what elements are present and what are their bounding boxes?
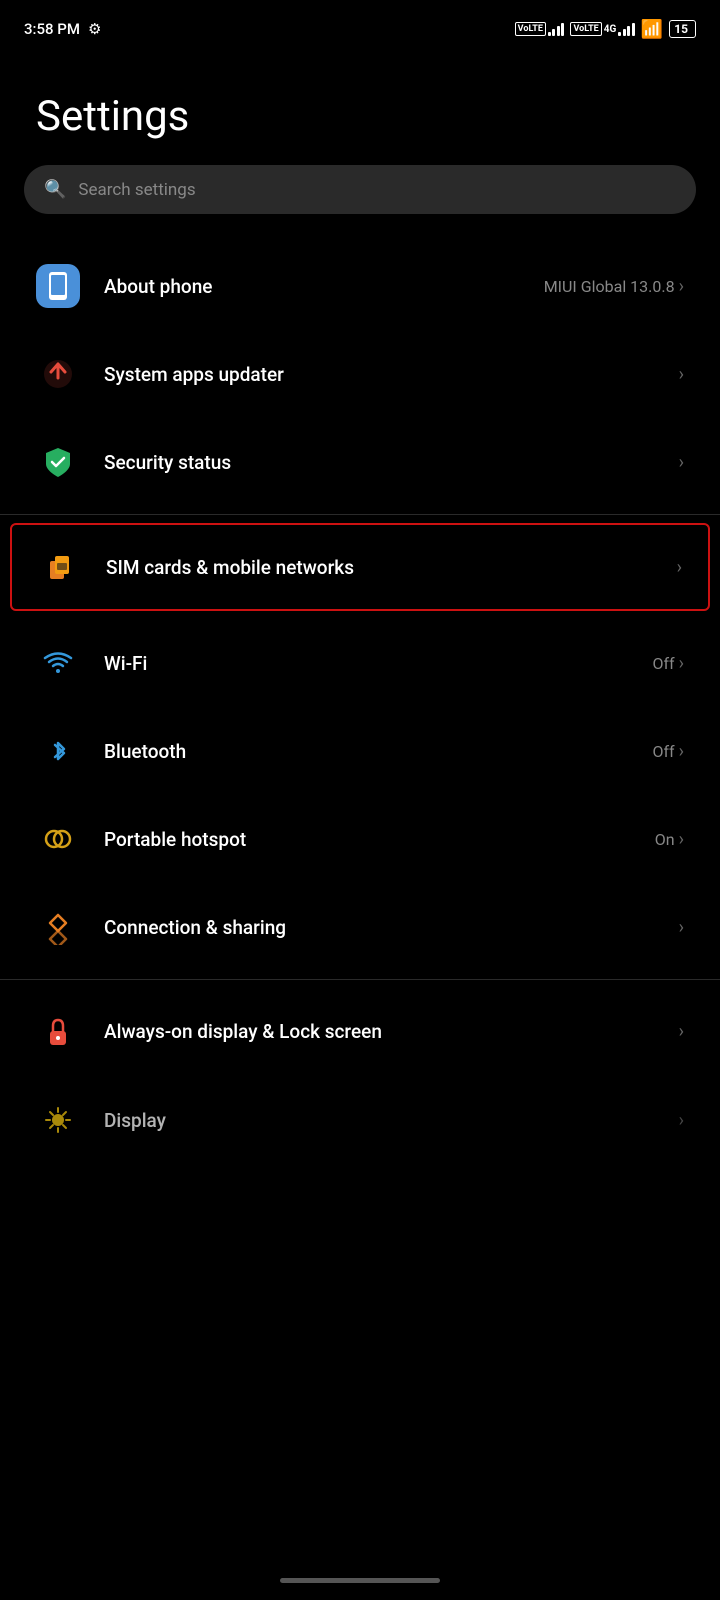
settings-item-always-on-display[interactable]: Always-on display & Lock screen ›	[0, 988, 720, 1076]
wifi-chevron: ›	[679, 653, 684, 674]
hotspot-chevron: ›	[679, 829, 684, 850]
settings-item-security-status[interactable]: Security status ›	[0, 418, 720, 506]
bluetooth-label: Bluetooth	[104, 740, 186, 763]
settings-item-system-apps-updater[interactable]: System apps updater ›	[0, 330, 720, 418]
wifi-value: Off	[652, 654, 674, 673]
always-on-display-label: Always-on display & Lock screen	[104, 1019, 382, 1045]
sim-icon	[42, 549, 78, 585]
signal-bars-2	[618, 22, 635, 36]
gear-icon: ⚙	[88, 20, 101, 38]
battery-level: 15	[674, 22, 688, 36]
settings-group-network: SIM cards & mobile networks › Wi-Fi Off …	[0, 523, 720, 971]
settings-item-about-phone[interactable]: About phone MIUI Global 13.0.8 ›	[0, 242, 720, 330]
settings-item-connection-sharing[interactable]: Connection & sharing ›	[0, 883, 720, 971]
hotspot-value: On	[655, 830, 675, 849]
divider-1	[0, 514, 720, 515]
shield-icon	[40, 444, 76, 480]
display-chevron: ›	[679, 1110, 684, 1131]
signal-bars-1	[548, 22, 565, 36]
system-apps-updater-label: System apps updater	[104, 363, 284, 386]
connection-sharing-chevron: ›	[679, 917, 684, 938]
security-status-chevron: ›	[679, 452, 684, 473]
wifi-status-icon: 📶	[641, 19, 663, 40]
home-indicator	[280, 1578, 440, 1583]
display-label: Display	[104, 1109, 166, 1132]
settings-group-system: About phone MIUI Global 13.0.8 › System …	[0, 242, 720, 506]
settings-item-wifi[interactable]: Wi-Fi Off ›	[0, 619, 720, 707]
settings-group-display: Always-on display & Lock screen › Disp	[0, 988, 720, 1164]
bluetooth-icon	[40, 733, 76, 769]
system-apps-updater-chevron: ›	[679, 364, 684, 385]
about-phone-value: MIUI Global 13.0.8	[544, 277, 675, 296]
lock-icon	[40, 1014, 76, 1050]
page-title: Settings	[0, 52, 720, 165]
about-phone-chevron: ›	[679, 276, 684, 297]
hotspot-icon	[40, 821, 76, 857]
status-right: VoLTE VoLTE 4G 📶 15	[515, 19, 696, 40]
connection-sharing-label: Connection & sharing	[104, 916, 286, 939]
always-on-display-chevron: ›	[679, 1021, 684, 1042]
search-icon: 🔍	[44, 179, 66, 200]
search-placeholder: Search settings	[78, 180, 195, 200]
security-status-label: Security status	[104, 451, 231, 474]
share-icon	[40, 909, 76, 945]
wifi-label: Wi-Fi	[104, 652, 147, 675]
update-icon	[40, 356, 76, 392]
battery-indicator: 15	[669, 20, 696, 38]
bottom-nav-bar	[0, 1560, 720, 1600]
sim-cards-label: SIM cards & mobile networks	[106, 556, 354, 579]
about-phone-label: About phone	[104, 275, 212, 298]
divider-2	[0, 979, 720, 980]
hotspot-label: Portable hotspot	[104, 828, 246, 851]
volte1-indicator: VoLTE	[515, 22, 565, 37]
display-icon	[40, 1102, 76, 1138]
settings-item-sim-cards-wrapper[interactable]: SIM cards & mobile networks ›	[10, 523, 710, 611]
phone-icon	[40, 268, 76, 304]
search-bar[interactable]: 🔍 Search settings	[24, 165, 696, 214]
phone-icon-bg	[36, 264, 80, 308]
settings-item-sim-cards[interactable]: SIM cards & mobile networks ›	[12, 525, 708, 609]
settings-item-hotspot[interactable]: Portable hotspot On ›	[0, 795, 720, 883]
bluetooth-value: Off	[652, 742, 674, 761]
status-bar: 3:58 PM ⚙ VoLTE VoLTE 4G 📶	[0, 0, 720, 52]
wifi-icon	[40, 645, 76, 681]
settings-item-bluetooth[interactable]: Bluetooth Off ›	[0, 707, 720, 795]
settings-item-display[interactable]: Display ›	[0, 1076, 720, 1164]
volte2-indicator: VoLTE 4G	[570, 22, 634, 37]
status-left: 3:58 PM ⚙	[24, 20, 101, 38]
sim-cards-chevron: ›	[677, 557, 682, 578]
time-display: 3:58 PM	[24, 20, 80, 38]
bluetooth-chevron: ›	[679, 741, 684, 762]
